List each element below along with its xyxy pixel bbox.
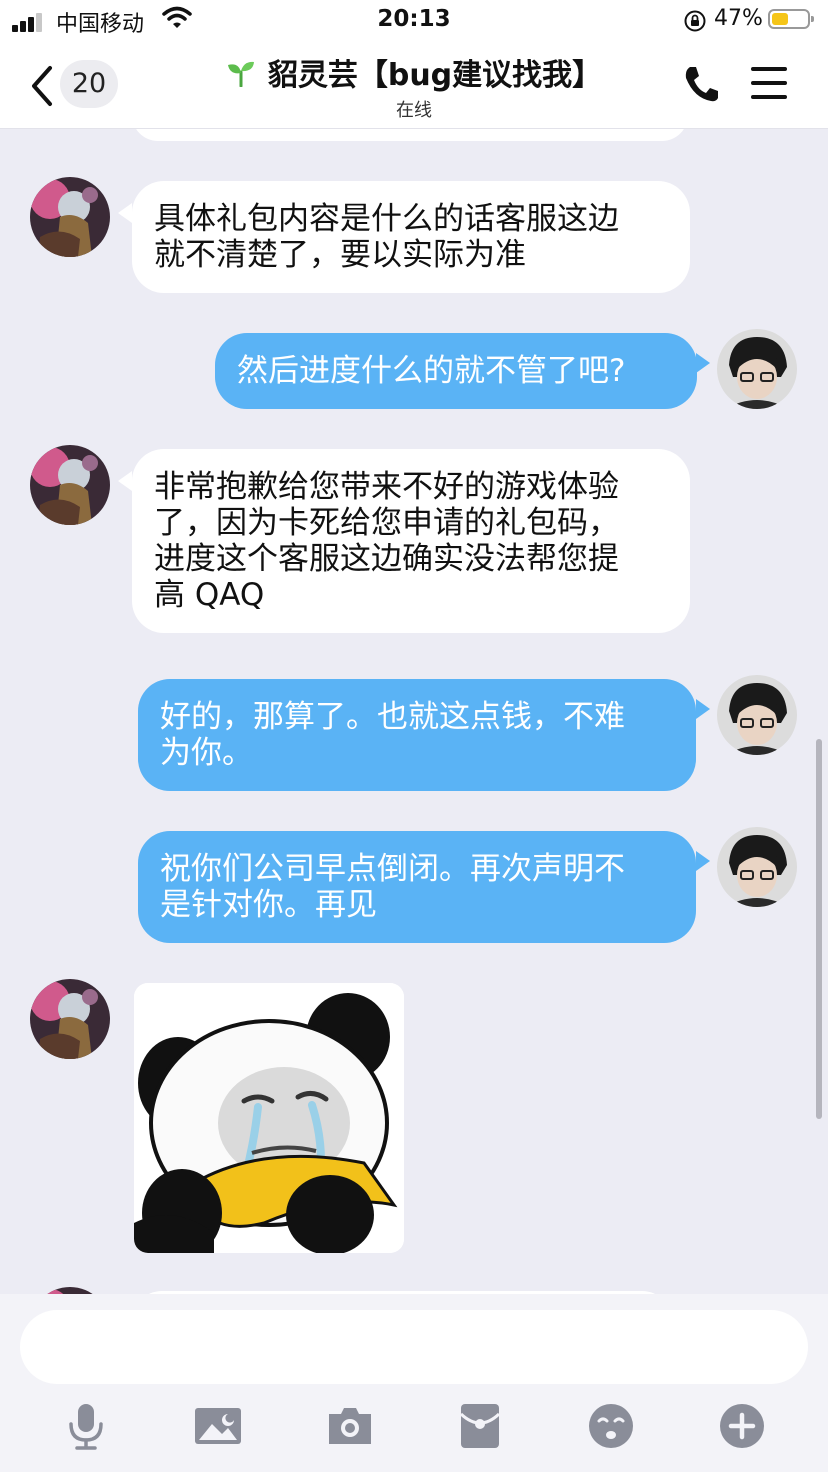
- input-bar: [0, 1294, 828, 1472]
- battery-icon: [768, 9, 814, 29]
- chat-screen: 中国移动 20:13 47% 20 貂灵芸【bug建议找我】 在线 具体礼包内容…: [0, 0, 828, 1472]
- my-avatar[interactable]: [717, 827, 797, 907]
- plus-icon[interactable]: [718, 1402, 766, 1450]
- my-avatar[interactable]: [717, 329, 797, 409]
- message-list[interactable]: 具体礼包内容是什么的话客服这边 就不清楚了，要以实际为准 然后进度什么的就不管了…: [0, 129, 828, 1294]
- scroll-indicator[interactable]: [816, 739, 822, 1119]
- message-bubble[interactable]: 祝你们公司早点倒闭。再次声明不 是针对你。再见: [138, 831, 696, 943]
- red-packet-icon[interactable]: [456, 1402, 504, 1450]
- orientation-lock-icon: [684, 10, 706, 32]
- message-bubble[interactable]: 非常抱歉给您带来不好的游戏体验 了，因为卡死给您申请的礼包码， 进度这个客服这边…: [132, 449, 690, 633]
- phone-icon[interactable]: [682, 64, 720, 104]
- message-bubble[interactable]: 然后进度什么的就不管了吧?: [215, 333, 697, 409]
- agent-avatar[interactable]: [30, 1287, 110, 1294]
- agent-avatar[interactable]: [30, 177, 110, 257]
- emoji-icon[interactable]: [587, 1402, 635, 1450]
- sprout-icon: [227, 61, 254, 87]
- agent-avatar[interactable]: [30, 979, 110, 1059]
- agent-avatar[interactable]: [30, 445, 110, 525]
- message-bubble-partial: [132, 129, 688, 141]
- message-input[interactable]: [20, 1310, 808, 1384]
- chat-header: 20 貂灵芸【bug建议找我】 在线: [0, 42, 828, 129]
- chat-title: 貂灵芸【bug建议找我】: [267, 58, 603, 93]
- message-bubble[interactable]: 好的，那算了。也就这点钱，不难 为你。: [138, 679, 696, 791]
- menu-icon[interactable]: [751, 67, 787, 109]
- status-bar: 中国移动 20:13 47%: [0, 0, 828, 42]
- battery-percent: 47%: [714, 6, 763, 31]
- message-bubble[interactable]: 具体礼包内容是什么的话客服这边 就不清楚了，要以实际为准: [132, 181, 690, 293]
- my-avatar[interactable]: [717, 675, 797, 755]
- microphone-icon[interactable]: [62, 1402, 110, 1450]
- image-icon[interactable]: [194, 1402, 242, 1450]
- crying-panda-sticker[interactable]: [134, 983, 404, 1253]
- camera-icon[interactable]: [326, 1402, 374, 1450]
